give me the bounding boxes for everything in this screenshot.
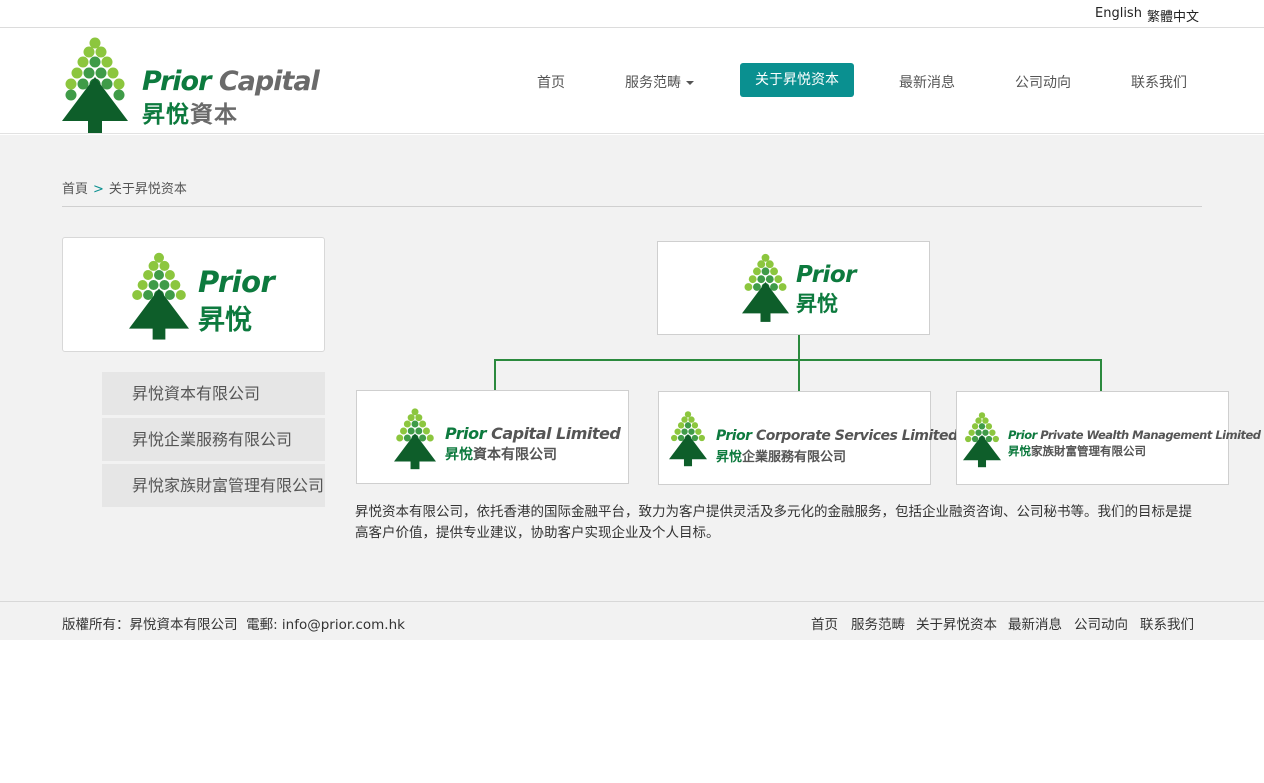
sidebar-item-corporate[interactable]: 昇悅企業服務有限公司 bbox=[102, 418, 325, 461]
chevron-down-icon bbox=[686, 81, 694, 85]
nav-about[interactable]: 关于昇悦资本 bbox=[740, 63, 854, 97]
tree-logo-icon bbox=[129, 252, 189, 340]
breadcrumb-separator: > bbox=[93, 182, 104, 197]
sidebar-item-wealth[interactable]: 昇悅家族財富管理有限公司 bbox=[102, 464, 325, 507]
footer-link-services[interactable]: 服务范畴 bbox=[851, 613, 905, 633]
org-corporate-chinese: 昇悅企業服務有限公司 bbox=[716, 450, 847, 465]
site-logo[interactable]: Prior Capital 昇悅資本 bbox=[62, 33, 320, 135]
site-header: Prior Capital 昇悅資本 首页 服务范畴 关于昇悦资本 最新消息 公… bbox=[0, 28, 1264, 134]
nav-services-label: 服务范畴 bbox=[625, 75, 681, 91]
company-intro: 昇悦资本有限公司，依托香港的国际金融平台，致力为客户提供灵活及多元化的金融服务，… bbox=[355, 504, 1192, 541]
nav-home[interactable]: 首页 bbox=[537, 72, 565, 92]
org-capital-chinese: 昇悅資本有限公司 bbox=[445, 447, 557, 463]
tree-logo-icon bbox=[62, 37, 128, 133]
tree-logo-icon bbox=[669, 411, 707, 467]
language-bar: English 繁體中文 bbox=[0, 0, 1264, 28]
org-connector bbox=[798, 335, 800, 360]
org-wealth-english: Prior Private Wealth Management Limited bbox=[1008, 428, 1261, 442]
site-footer: 版權所有：昇悅資本有限公司 電郵: info@prior.com.hk 首页 服… bbox=[0, 601, 1264, 640]
org-wealth-box[interactable]: Prior Private Wealth Management Limited … bbox=[956, 391, 1261, 485]
footer-link-news[interactable]: 最新消息 bbox=[1008, 613, 1062, 633]
org-parent-english: Prior bbox=[796, 262, 857, 288]
nav-company[interactable]: 公司动向 bbox=[1015, 72, 1071, 92]
org-corporate-box[interactable]: Prior Corporate Services Limited 昇悅企業服務有… bbox=[658, 391, 958, 485]
english-link[interactable]: English bbox=[1095, 6, 1142, 21]
org-connector bbox=[798, 359, 800, 391]
org-connector bbox=[494, 359, 496, 390]
org-wealth-chinese: 昇悅家族財富管理有限公司 bbox=[1008, 444, 1146, 458]
logo-chinese-name: 昇悅資本 bbox=[142, 102, 238, 128]
org-corporate-english: Prior Corporate Services Limited bbox=[716, 428, 958, 444]
footer-link-contact[interactable]: 联系我们 bbox=[1140, 613, 1194, 633]
breadcrumb-current: 关于昇悦资本 bbox=[108, 182, 187, 197]
footer-link-company[interactable]: 公司动向 bbox=[1074, 613, 1128, 633]
nav-services[interactable]: 服务范畴 bbox=[625, 72, 694, 92]
sidebar-logo-card: Prior 昇悅 bbox=[62, 237, 325, 352]
logo-english-name: Prior Capital bbox=[142, 66, 320, 97]
tree-logo-icon bbox=[394, 408, 436, 470]
org-capital-box[interactable]: Prior Capital Limited 昇悅資本有限公司 bbox=[356, 390, 629, 484]
main-content: 首頁 > 关于昇悦资本 Prior 昇悅 昇悅資本有限公司 昇悅企業服務有限公司 昇 bbox=[0, 135, 1264, 601]
sidebar-item-capital[interactable]: 昇悅資本有限公司 bbox=[102, 372, 325, 415]
footer-link-about[interactable]: 关于昇悦资本 bbox=[916, 613, 997, 633]
tree-logo-icon bbox=[963, 412, 1001, 468]
nav-contact[interactable]: 联系我们 bbox=[1131, 72, 1187, 92]
org-parent-box: Prior 昇悅 bbox=[657, 241, 930, 335]
sidebar-logo-english: Prior bbox=[198, 265, 275, 299]
footer-link-home[interactable]: 首页 bbox=[811, 613, 838, 633]
copyright-text: 版權所有：昇悅資本有限公司 電郵: info@prior.com.hk bbox=[62, 617, 405, 633]
org-parent-chinese: 昇悅 bbox=[796, 292, 838, 316]
divider bbox=[62, 206, 1202, 207]
tree-logo-icon bbox=[742, 253, 789, 322]
traditional-chinese-link[interactable]: 繁體中文 bbox=[1147, 6, 1199, 25]
breadcrumb-home[interactable]: 首頁 bbox=[62, 182, 88, 197]
sidebar-logo-chinese: 昇悅 bbox=[198, 305, 252, 336]
org-connector bbox=[1100, 359, 1102, 391]
nav-news[interactable]: 最新消息 bbox=[899, 72, 955, 92]
breadcrumb: 首頁 > 关于昇悦资本 bbox=[62, 178, 187, 197]
org-capital-english: Prior Capital Limited bbox=[445, 424, 621, 443]
